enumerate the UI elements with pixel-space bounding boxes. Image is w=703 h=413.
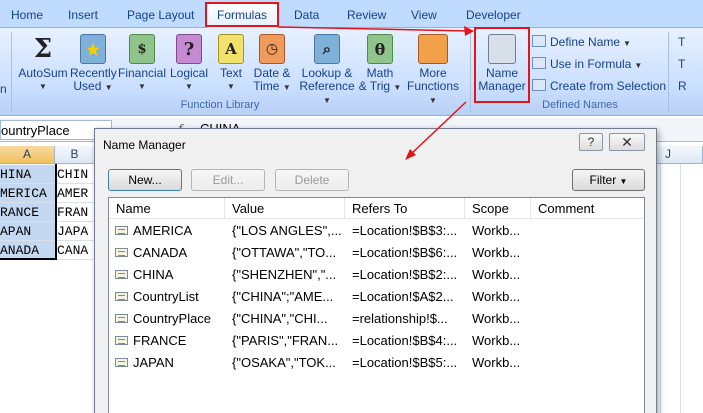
- arrow-line-2: [410, 101, 467, 155]
- arrow-line-1: [278, 26, 469, 32]
- annotation-arrows: [278, 26, 474, 160]
- arrow-head-1: [464, 26, 474, 36]
